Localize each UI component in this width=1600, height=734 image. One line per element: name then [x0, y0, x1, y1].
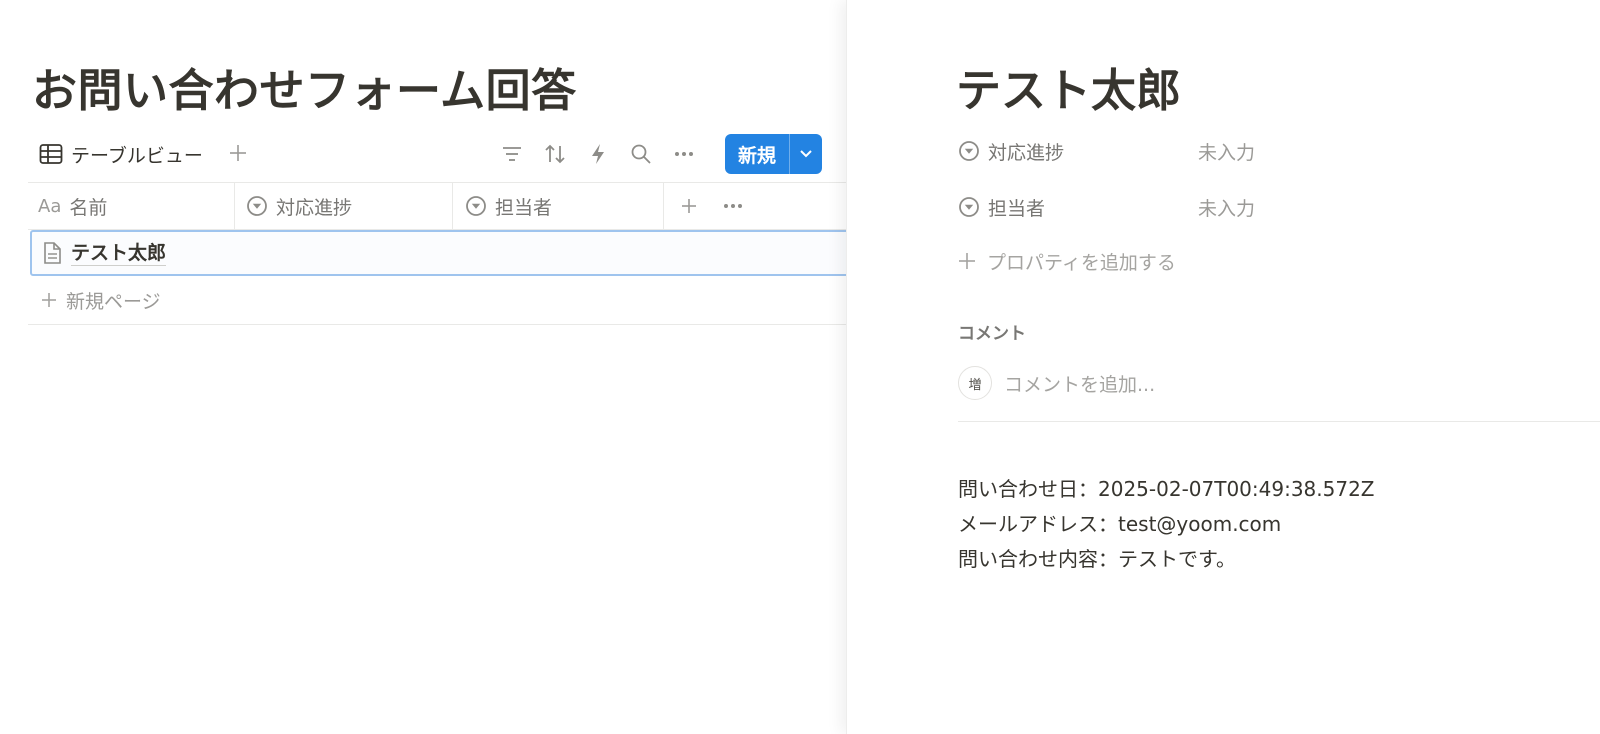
- new-button-group: 新規: [725, 134, 822, 174]
- automation-button[interactable]: [585, 141, 611, 167]
- body-line: メールアドレス：test@yoom.com: [958, 512, 1282, 536]
- property-value[interactable]: 未入力: [1198, 194, 1255, 221]
- sort-button[interactable]: [542, 141, 568, 167]
- property-value[interactable]: 未入力: [1198, 138, 1255, 165]
- avatar: 増: [958, 366, 992, 400]
- plus-icon: [42, 293, 56, 307]
- column-label: 名前: [69, 196, 108, 219]
- select-icon: [959, 197, 979, 217]
- property-name[interactable]: 対応進捗: [958, 138, 1198, 165]
- table-header: Aa 名前 対応進捗 担当者: [28, 182, 846, 230]
- new-page-button[interactable]: 新規ページ: [40, 286, 161, 314]
- column-more-button[interactable]: [720, 182, 746, 230]
- select-icon: [247, 196, 267, 216]
- select-icon: [959, 141, 979, 161]
- database-title[interactable]: お問い合わせフォーム回答: [32, 54, 577, 119]
- plus-icon: [959, 253, 975, 269]
- comment-input[interactable]: コメントを追加...: [1004, 370, 1155, 397]
- side-peek-panel: テスト太郎 対応進捗 未入力 担当者 未入力 プロパティを追加する コメント 増…: [846, 0, 1600, 734]
- filter-button[interactable]: [499, 141, 525, 167]
- comments-heading: コメント: [958, 324, 1026, 344]
- plus-icon: [230, 145, 246, 161]
- select-icon: [466, 196, 486, 216]
- tab-table-view[interactable]: テーブルビュー: [39, 140, 203, 168]
- more-icon: [724, 204, 742, 208]
- column-label: 担当者: [495, 196, 553, 219]
- search-button[interactable]: [628, 141, 654, 167]
- table-bottom-border: [28, 324, 846, 325]
- row-name-cell[interactable]: テスト太郎: [42, 238, 167, 268]
- row-name-text: テスト太郎: [71, 241, 167, 266]
- property-row-progress: 対応進捗 未入力: [958, 134, 1558, 168]
- property-name-label: 担当者: [988, 197, 1046, 220]
- new-page-label: 新規ページ: [66, 290, 161, 313]
- add-property-button[interactable]: プロパティを追加する: [957, 246, 1176, 276]
- column-header-progress[interactable]: 対応進捗: [246, 182, 352, 230]
- column-label: 対応進捗: [276, 196, 353, 219]
- more-icon: [675, 152, 693, 156]
- add-column-button[interactable]: [676, 182, 702, 230]
- more-options-button[interactable]: [671, 141, 697, 167]
- add-view-button[interactable]: [225, 140, 251, 166]
- add-property-label: プロパティを追加する: [987, 251, 1176, 274]
- property-name-label: 対応進捗: [988, 141, 1065, 164]
- body-line: 問い合わせ内容：テストです。: [958, 547, 1236, 571]
- database-panel: お問い合わせフォーム回答 テーブルビュー 新規 Aa 名前 対応進捗 担当者 テ…: [0, 0, 846, 734]
- chevron-down-icon: [800, 150, 812, 158]
- plus-icon: [682, 199, 696, 213]
- lightning-icon: [592, 144, 604, 164]
- page-icon: [44, 242, 61, 264]
- search-icon: [631, 144, 651, 164]
- sort-icon: [545, 144, 565, 164]
- text-aa-icon: Aa: [38, 195, 62, 217]
- column-header-assignee[interactable]: 担当者: [465, 182, 552, 230]
- new-button[interactable]: 新規: [725, 134, 789, 174]
- filter-icon: [503, 147, 521, 161]
- table-row[interactable]: テスト太郎: [30, 230, 846, 276]
- view-tab-label: テーブルビュー: [71, 144, 203, 167]
- table-icon: [39, 143, 63, 165]
- page-body[interactable]: 問い合わせ日：2025-02-07T00:49:38.572Z メールアドレス：…: [958, 472, 1375, 577]
- body-line: 問い合わせ日：2025-02-07T00:49:38.572Z: [958, 477, 1375, 501]
- property-row-assignee: 担当者 未入力: [958, 190, 1558, 224]
- content-divider: [958, 421, 1600, 422]
- database-toolbar: テーブルビュー 新規: [29, 134, 829, 174]
- comment-composer: 増 コメントを追加...: [958, 365, 1155, 401]
- property-name[interactable]: 担当者: [958, 194, 1198, 221]
- page-title[interactable]: テスト太郎: [956, 54, 1181, 119]
- column-header-name[interactable]: Aa 名前: [38, 182, 107, 230]
- new-dropdown-button[interactable]: [790, 134, 822, 174]
